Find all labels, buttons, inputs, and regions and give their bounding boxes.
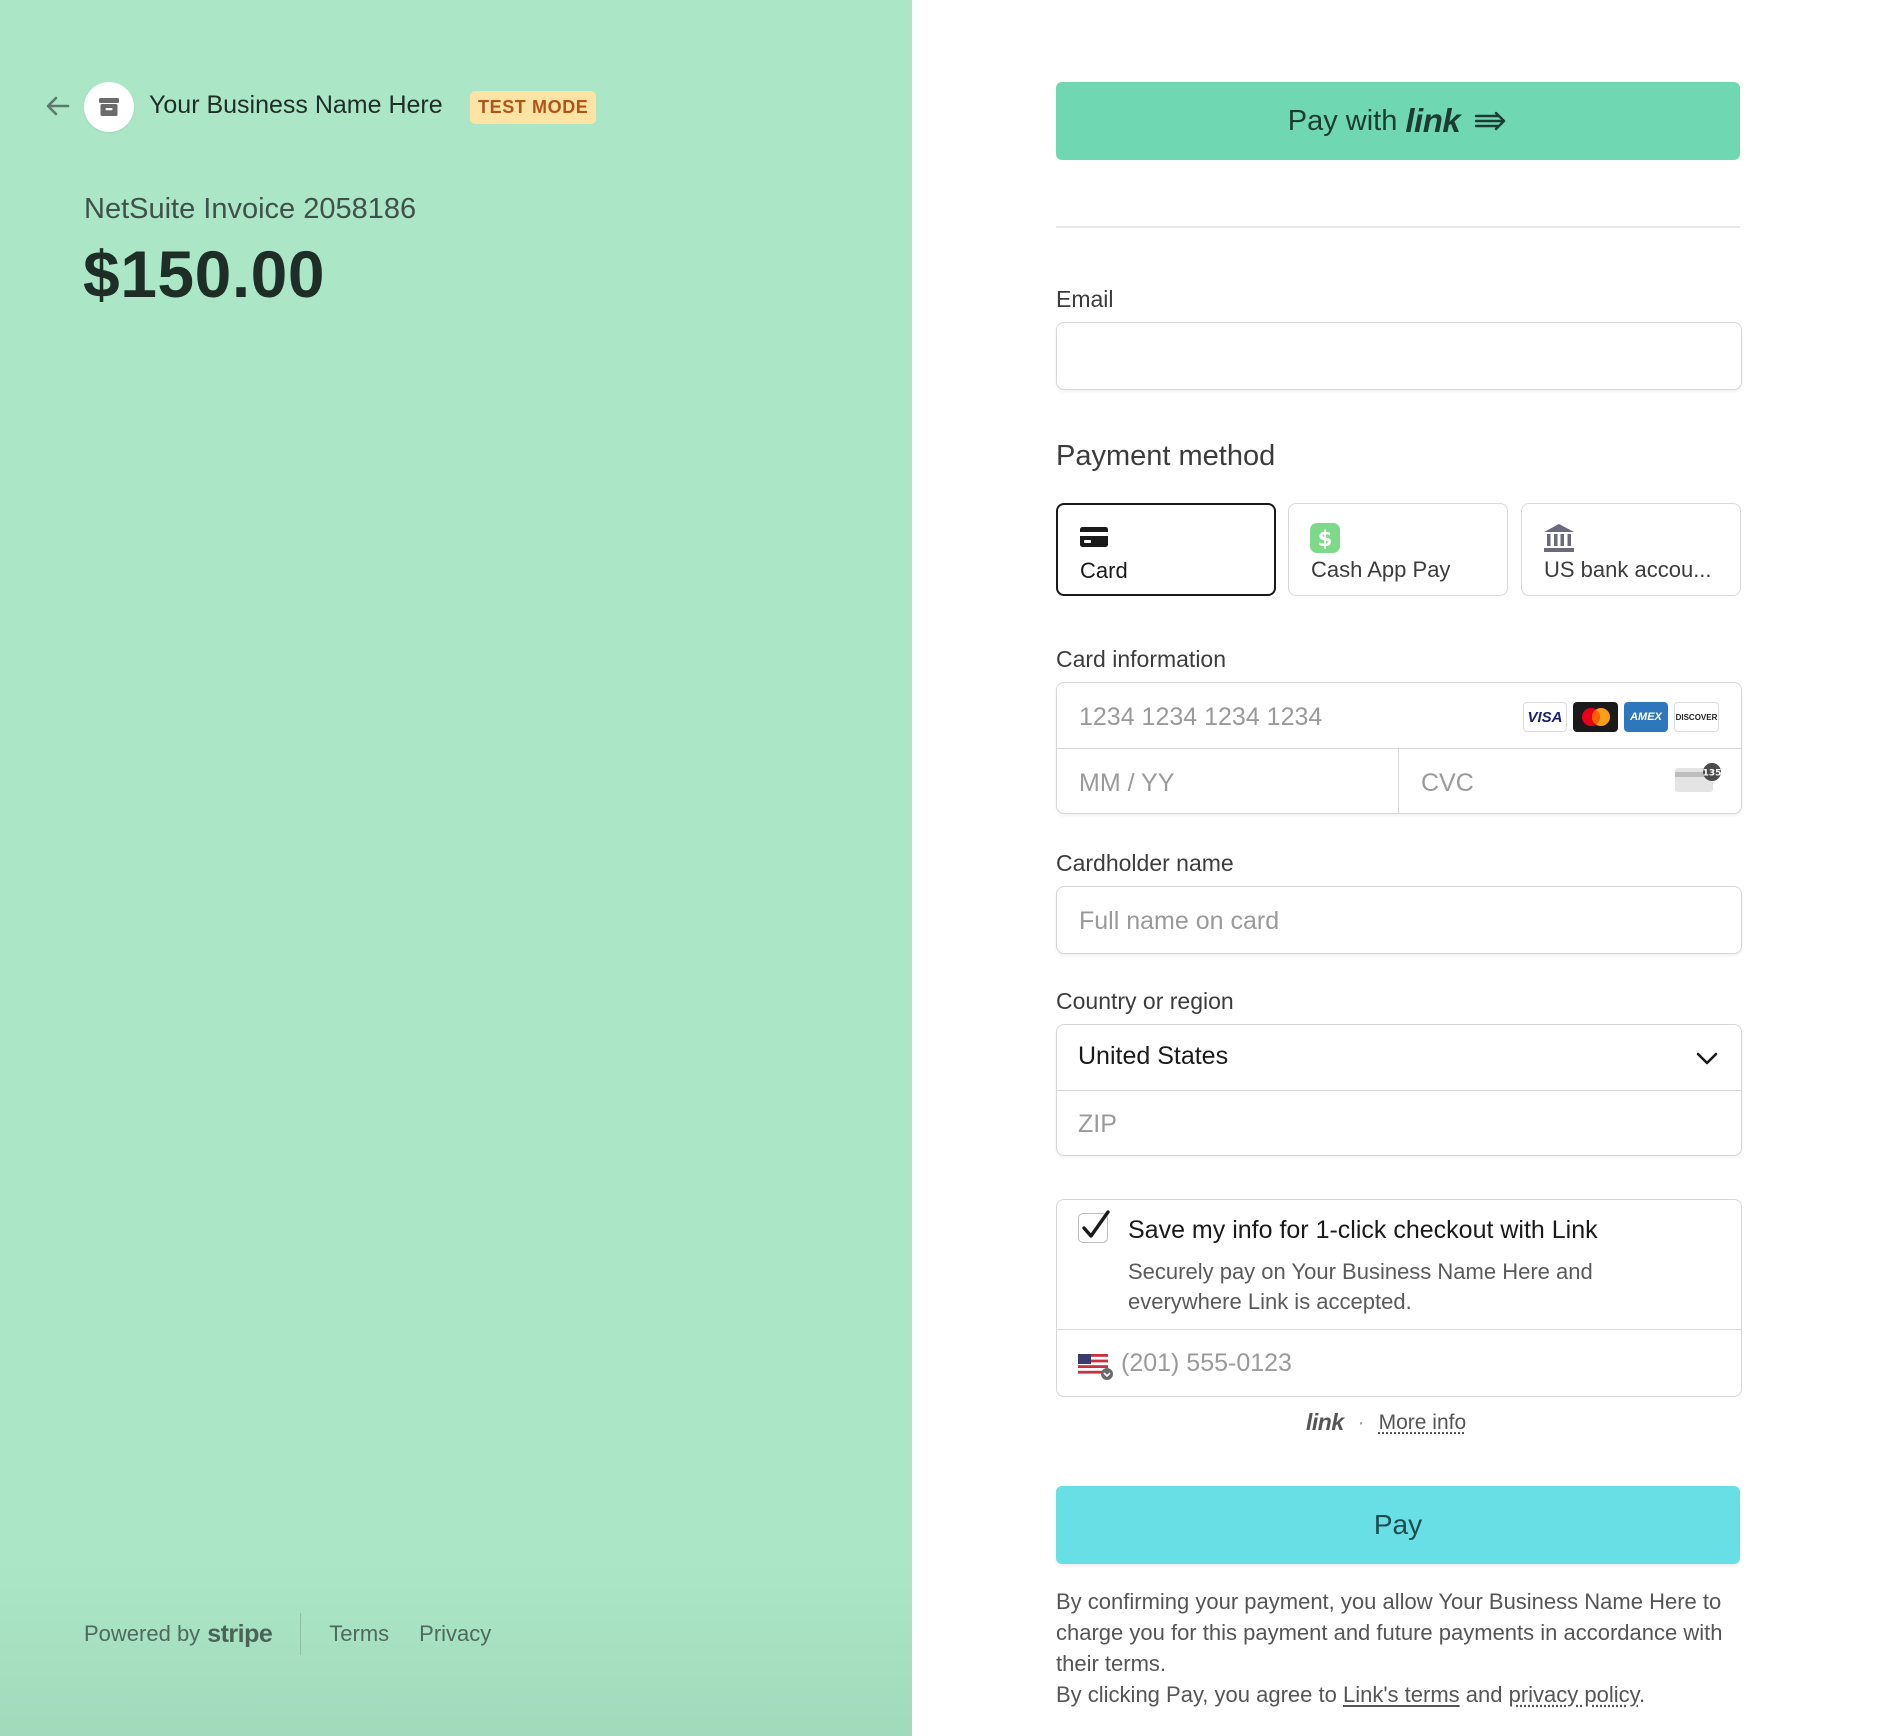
footer-divider (300, 1613, 302, 1655)
link-logo: link (1405, 102, 1461, 139)
legal-agreement-line: By clicking Pay, you agree to Link's ter… (1056, 1679, 1746, 1710)
legal-text: By confirming your payment, you allow Yo… (1056, 1586, 1746, 1710)
tab-card-label: Card (1080, 558, 1128, 583)
business-name: Your Business Name Here (149, 91, 443, 119)
more-info-link[interactable]: More info (1379, 1411, 1467, 1435)
save-info-description: Securely pay on Your Business Name Here … (1128, 1259, 1593, 1314)
card-information-label: Card information (1056, 646, 1227, 672)
email-label: Email (1056, 286, 1114, 312)
discover-icon: DISCOVER (1674, 702, 1719, 732)
legal-agreement-prefix: By clicking Pay, you agree to (1056, 1682, 1337, 1707)
phone-placeholder: (201) 555-0123 (1121, 1349, 1292, 1377)
card-number-placeholder: 1234 1234 1234 1234 (1079, 703, 1323, 731)
store-avatar (84, 82, 134, 132)
expiry-field[interactable]: MM / YY (1056, 748, 1398, 814)
store-icon (99, 98, 119, 116)
privacy-link[interactable]: Privacy (419, 1621, 491, 1647)
link-arrow-icon (1474, 109, 1508, 133)
cardholder-name-field[interactable]: Full name on card (1056, 886, 1742, 954)
or-divider (1056, 226, 1740, 228)
mastercard-icon (1573, 702, 1618, 732)
country-selected-value: United States (1078, 1042, 1229, 1070)
terms-link[interactable]: Terms (329, 1621, 389, 1647)
visa-icon: VISA (1523, 702, 1567, 732)
back-arrow-icon[interactable] (44, 92, 72, 120)
left-footer: Powered by stripe Terms Privacy (84, 1613, 521, 1655)
zip-field[interactable]: ZIP (1056, 1090, 1742, 1156)
privacy-policy-link[interactable]: privacy policy (1509, 1682, 1639, 1707)
pay-with-label: Pay with (1287, 104, 1398, 137)
expiry-placeholder: MM / YY (1079, 769, 1175, 797)
save-info-title: Save my info for 1-click checkout with L… (1128, 1216, 1598, 1244)
test-mode-badge: TEST MODE (470, 91, 597, 124)
chevron-down-icon[interactable] (1694, 1047, 1720, 1069)
tab-us-bank-account-label: US bank accou... (1544, 557, 1712, 582)
tab-card[interactable]: Card (1056, 503, 1276, 596)
tab-cash-app-pay[interactable]: $ Cash App Pay (1288, 503, 1508, 596)
card-icon (1080, 527, 1108, 547)
powered-by-text: Powered by (84, 1621, 201, 1646)
cardholder-name-label: Cardholder name (1056, 850, 1234, 876)
amex-icon: AMEX (1624, 702, 1668, 732)
svg-text:$: $ (1318, 527, 1333, 551)
separator-dot: · (1357, 1410, 1365, 1434)
zip-placeholder: ZIP (1078, 1110, 1117, 1138)
cvc-card-icon: 135 (1675, 763, 1722, 792)
bank-icon (1544, 524, 1574, 552)
checkmark-icon (1082, 1210, 1110, 1238)
cardholder-name-placeholder: Full name on card (1079, 907, 1280, 935)
tab-cash-app-pay-label: Cash App Pay (1311, 557, 1451, 582)
cash-app-icon: $ (1310, 523, 1340, 553)
link-logo-small: link (1306, 1409, 1344, 1435)
pay-button[interactable]: Pay (1056, 1486, 1740, 1564)
invoice-title: NetSuite Invoice 2058186 (84, 193, 417, 225)
stripe-logo[interactable]: stripe (207, 1620, 273, 1649)
invoice-amount: $150.00 (83, 237, 326, 311)
cvc-icon-digits: 135 (1703, 769, 1722, 779)
email-field[interactable] (1056, 322, 1742, 390)
link-terms-link[interactable]: Link's terms (1343, 1682, 1460, 1707)
tab-us-bank-account[interactable]: US bank accou... (1521, 503, 1741, 596)
payment-method-title: Payment method (1056, 440, 1276, 472)
legal-and: and (1465, 1682, 1503, 1707)
legal-suffix: . (1639, 1682, 1646, 1707)
save-info-checkbox[interactable] (1078, 1210, 1110, 1243)
legal-authorization-text: By confirming your payment, you allow Yo… (1056, 1589, 1723, 1676)
link-info-row: link · More info (1306, 1409, 1466, 1436)
country-label: Country or region (1056, 988, 1234, 1014)
pay-with-link-button[interactable]: Pay with link (1056, 82, 1740, 160)
cvc-placeholder: CVC (1421, 769, 1474, 797)
